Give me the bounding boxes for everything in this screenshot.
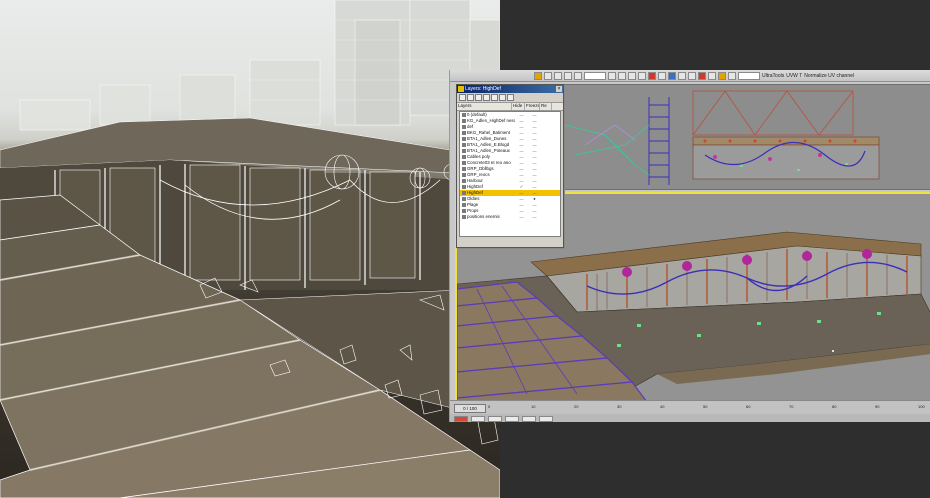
top-viewport[interactable] — [564, 84, 930, 190]
snap-icon[interactable] — [618, 71, 626, 80]
highlight-layer-icon[interactable] — [491, 94, 498, 101]
layer-icon — [462, 209, 466, 213]
hide-all-icon[interactable] — [499, 94, 506, 101]
time-slider[interactable]: 0 / 100 — [454, 404, 486, 413]
frame-tick-label: 40 — [660, 404, 665, 409]
layer-icon — [462, 179, 466, 183]
named-selection-field[interactable] — [738, 71, 760, 80]
layer-freeze-toggle[interactable]: — — [528, 214, 541, 220]
pivot-icon[interactable] — [608, 71, 616, 80]
column-layers[interactable]: Layers — [457, 103, 512, 110]
layer-icon — [462, 215, 466, 219]
layers-title: Layers: HighDef — [465, 86, 501, 92]
layer-icon — [462, 197, 466, 201]
quick-render-icon[interactable] — [728, 71, 736, 80]
move-icon[interactable] — [554, 71, 562, 80]
top-viewport-scene — [565, 90, 880, 185]
layers-titlebar[interactable]: Layers: HighDef × — [457, 85, 563, 93]
layer-icon — [462, 131, 466, 135]
frame-tick-label: 0 — [488, 404, 491, 409]
frame-tick-label: 60 — [746, 404, 751, 409]
layers-list[interactable]: 0 (default)——KG_Adlen_HighDef nesche——de… — [459, 111, 561, 237]
layer-icon — [462, 185, 466, 189]
render-scene — [0, 0, 500, 498]
frame-tick-label: 10 — [531, 404, 536, 409]
percent-snap-icon[interactable] — [638, 71, 646, 80]
lock-selection-icon[interactable] — [488, 415, 502, 422]
render-image — [0, 0, 500, 498]
frame-tick-label: 20 — [574, 404, 579, 409]
layers-column-header: Layers Hide Freeze Re — [457, 102, 563, 111]
layers-app-icon — [458, 86, 464, 92]
z-coordinate-field[interactable] — [539, 415, 553, 422]
curve-editor-icon[interactable] — [678, 71, 686, 80]
layer-icon — [462, 161, 466, 165]
freeze-all-icon[interactable] — [507, 94, 514, 101]
new-layer-icon[interactable] — [459, 94, 466, 101]
material-editor-icon[interactable] — [698, 71, 706, 80]
status-prompt — [471, 415, 485, 422]
frame-tick-label: 50 — [703, 404, 708, 409]
y-coordinate-field[interactable] — [522, 415, 536, 422]
frame-ruler[interactable]: 0 10 20 30 40 50 60 70 80 90 100 — [488, 404, 927, 412]
layer-manager-icon[interactable] — [668, 71, 676, 80]
column-render[interactable]: Re — [540, 103, 552, 110]
layer-name[interactable]: positions enemis — [467, 214, 515, 220]
max-window: UltraTools UVW T Normalize UV channel La… — [449, 70, 930, 422]
uvw-label[interactable]: UVW T — [786, 73, 802, 79]
status-bar — [450, 414, 930, 422]
layer-icon — [462, 155, 466, 159]
scale-icon[interactable] — [574, 71, 582, 80]
layer-icon — [462, 113, 466, 117]
normalize-uv-label[interactable]: Normalize UV channel — [804, 73, 854, 79]
select-layer-icon[interactable] — [483, 94, 490, 101]
delete-layer-icon[interactable] — [467, 94, 474, 101]
maxscript-listener-icon[interactable] — [454, 415, 468, 422]
column-hide[interactable]: Hide — [512, 103, 525, 110]
layer-icon — [462, 203, 466, 207]
ultratools-label[interactable]: UltraTools — [762, 73, 784, 79]
layer-icon — [462, 167, 466, 171]
layer-icon — [462, 119, 466, 123]
angle-snap-icon[interactable] — [628, 71, 636, 80]
rotate-icon[interactable] — [564, 71, 572, 80]
frame-tick-label: 70 — [789, 404, 794, 409]
x-coordinate-field[interactable] — [505, 415, 519, 422]
select-icon[interactable] — [534, 71, 542, 80]
layer-icon — [462, 137, 466, 141]
timeline: 0 / 100 0 10 20 30 40 50 60 70 80 90 100 — [450, 400, 930, 422]
frame-tick-label: 30 — [617, 404, 622, 409]
reference-coord-field[interactable] — [584, 71, 606, 80]
frame-tick-label: 90 — [875, 404, 880, 409]
layer-icon — [462, 191, 466, 195]
add-to-layer-icon[interactable] — [475, 94, 482, 101]
layer-row[interactable]: positions enemis — — — [460, 214, 560, 220]
select-region-icon[interactable] — [544, 71, 552, 80]
layer-hide-toggle[interactable]: — — [515, 214, 528, 220]
layer-icon — [462, 125, 466, 129]
layers-dialog[interactable]: Layers: HighDef × Layers Hide Freeze Re … — [456, 84, 564, 248]
close-icon[interactable]: × — [556, 86, 562, 92]
frame-tick-label: 80 — [832, 404, 837, 409]
render-icon[interactable] — [718, 71, 726, 80]
layer-icon — [462, 143, 466, 147]
align-icon[interactable] — [658, 71, 666, 80]
column-freeze[interactable]: Freeze — [525, 103, 540, 110]
frame-tick-label: 100 — [918, 404, 925, 409]
layer-icon — [462, 173, 466, 177]
render-setup-icon[interactable] — [708, 71, 716, 80]
layers-toolbar — [457, 93, 563, 102]
main-toolbar: UltraTools UVW T Normalize UV channel — [450, 70, 930, 82]
schematic-icon[interactable] — [688, 71, 696, 80]
layer-icon — [462, 149, 466, 153]
mirror-icon[interactable] — [648, 71, 656, 80]
